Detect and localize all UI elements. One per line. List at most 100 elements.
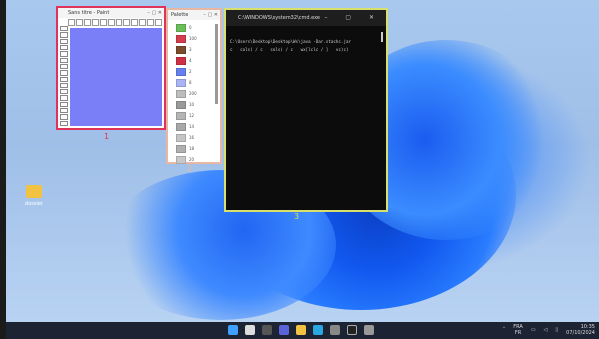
palette-titlebar[interactable]: Palette – ▢ ✕ (168, 10, 220, 20)
drawing-canvas[interactable] (70, 28, 162, 126)
tool-icon[interactable] (60, 44, 68, 51)
clock-date: 07/10/2024 (566, 330, 595, 336)
palette-item[interactable]: 14 (176, 121, 214, 132)
chevron-up-icon[interactable]: ˄ (503, 327, 506, 333)
paint-titlebar[interactable]: Sans titre - Paint – ▢ ✕ (58, 8, 164, 18)
window-controls[interactable]: – ▢ ✕ (147, 8, 162, 18)
tool-button[interactable] (155, 19, 163, 26)
palette-item[interactable]: 3 (176, 44, 214, 55)
edge-icon[interactable] (313, 325, 323, 335)
palette-item-label: 4 (189, 58, 192, 63)
color-swatch[interactable] (176, 89, 186, 98)
color-swatch[interactable] (176, 133, 186, 142)
tool-icon[interactable] (60, 63, 68, 70)
start-icon[interactable] (228, 325, 238, 335)
task-view-icon[interactable] (262, 325, 272, 335)
tool-icon[interactable] (60, 76, 68, 82)
palette-window[interactable]: Palette – ▢ ✕ 0 100 3 4 2 8 200 10 12 14 16 18 20 (166, 8, 222, 164)
tool-button[interactable] (83, 19, 91, 26)
tool-icon[interactable] (60, 82, 68, 89)
palette-item-label: 16 (189, 135, 195, 140)
window-controls[interactable]: – ▢ ✕ (324, 10, 382, 26)
color-swatch[interactable] (176, 45, 186, 54)
clock[interactable]: 10:35 07/10/2024 (566, 324, 595, 336)
tool-icon[interactable] (60, 70, 68, 76)
terminal-icon[interactable] (347, 325, 357, 335)
palette-item[interactable]: 100 (176, 33, 214, 44)
tool-icon[interactable] (60, 51, 68, 57)
tool-icon[interactable] (60, 38, 68, 44)
color-swatch[interactable] (176, 23, 186, 32)
tool-button[interactable] (123, 19, 131, 26)
palette-item[interactable]: 0 (176, 22, 214, 33)
palette-item-label: 20 (189, 157, 195, 162)
paint-title: Sans titre - Paint (68, 10, 110, 16)
tool-button[interactable] (147, 19, 155, 26)
palette-item-label: 3 (189, 47, 192, 52)
palette-item[interactable]: 18 (176, 143, 214, 154)
cmd-window[interactable]: C:\WINDOWS\system32\cmd.exe – ▢ ✕ C:\Use… (224, 8, 388, 212)
tool-button[interactable] (68, 19, 75, 26)
tool-icon[interactable] (60, 95, 68, 101)
color-swatch[interactable] (176, 34, 186, 43)
palette-item[interactable]: 2 (176, 66, 214, 77)
color-swatch[interactable] (176, 78, 186, 87)
tool-icon[interactable] (60, 26, 68, 32)
battery-icon[interactable]: ▯ (555, 327, 558, 333)
palette-item-label: 100 (189, 36, 197, 41)
window-controls[interactable]: – ▢ ✕ (203, 10, 218, 20)
palette-item[interactable]: 10 (176, 99, 214, 110)
paint-toolbar[interactable] (68, 19, 163, 26)
tool-icon[interactable] (60, 120, 68, 126)
color-swatch[interactable] (176, 144, 186, 153)
system-tray[interactable]: ˄ FRA FR ▭ ◁ ▯ 10:35 07/10/2024 (503, 324, 595, 336)
language-indicator[interactable]: FRA FR (513, 324, 523, 336)
tool-button[interactable] (131, 19, 139, 26)
color-swatch[interactable] (176, 56, 186, 65)
tool-button[interactable] (99, 19, 107, 26)
palette-title: Palette (171, 12, 189, 18)
tool-icon[interactable] (60, 57, 68, 63)
network-icon[interactable]: ▭ (531, 327, 536, 333)
color-swatch[interactable] (176, 155, 186, 164)
color-swatch[interactable] (176, 100, 186, 109)
tool-button[interactable] (75, 19, 83, 26)
tool-icon[interactable] (60, 114, 68, 120)
tool-button[interactable] (115, 19, 123, 26)
palette-item[interactable]: 20 (176, 154, 214, 165)
chat-icon[interactable] (279, 325, 289, 335)
volume-icon[interactable]: ◁ (544, 327, 548, 333)
tool-button[interactable] (107, 19, 115, 26)
tool-palette[interactable] (60, 26, 68, 126)
tool-icon[interactable] (60, 108, 68, 114)
palette-item[interactable]: 4 (176, 55, 214, 66)
color-swatch[interactable] (176, 111, 186, 120)
taskbar-icons[interactable] (228, 325, 374, 335)
scrollbar[interactable] (381, 32, 383, 42)
palette-list[interactable]: 0 100 3 4 2 8 200 10 12 14 16 18 20 (176, 22, 214, 165)
cmd-titlebar[interactable]: C:\WINDOWS\system32\cmd.exe – ▢ ✕ (226, 10, 386, 26)
search-icon[interactable] (245, 325, 255, 335)
tool-icon[interactable] (60, 101, 68, 108)
folder-label[interactable]: dossier (20, 201, 48, 207)
taskbar[interactable]: ˄ FRA FR ▭ ◁ ▯ 10:35 07/10/2024 (6, 322, 599, 339)
explorer-icon[interactable] (296, 325, 306, 335)
cmd-title: C:\WINDOWS\system32\cmd.exe (238, 15, 320, 21)
app-icon[interactable] (364, 325, 374, 335)
scrollbar[interactable] (215, 24, 218, 104)
terminal-output[interactable]: C:\Users\Desktop\Desktop\Ws\java -Dar.st… (226, 26, 386, 54)
tool-button[interactable] (139, 19, 147, 26)
color-swatch[interactable] (176, 67, 186, 76)
paint-window[interactable]: Sans titre - Paint – ▢ ✕ (56, 6, 166, 130)
color-swatch[interactable] (176, 122, 186, 131)
palette-item-label: 18 (189, 146, 195, 151)
palette-item[interactable]: 200 (176, 88, 214, 99)
tool-icon[interactable] (60, 32, 68, 38)
tool-icon[interactable] (60, 89, 68, 95)
store-icon[interactable] (330, 325, 340, 335)
tool-button[interactable] (91, 19, 99, 26)
folder-icon[interactable] (26, 185, 42, 198)
palette-item[interactable]: 12 (176, 110, 214, 121)
palette-item[interactable]: 16 (176, 132, 214, 143)
palette-item[interactable]: 8 (176, 77, 214, 88)
